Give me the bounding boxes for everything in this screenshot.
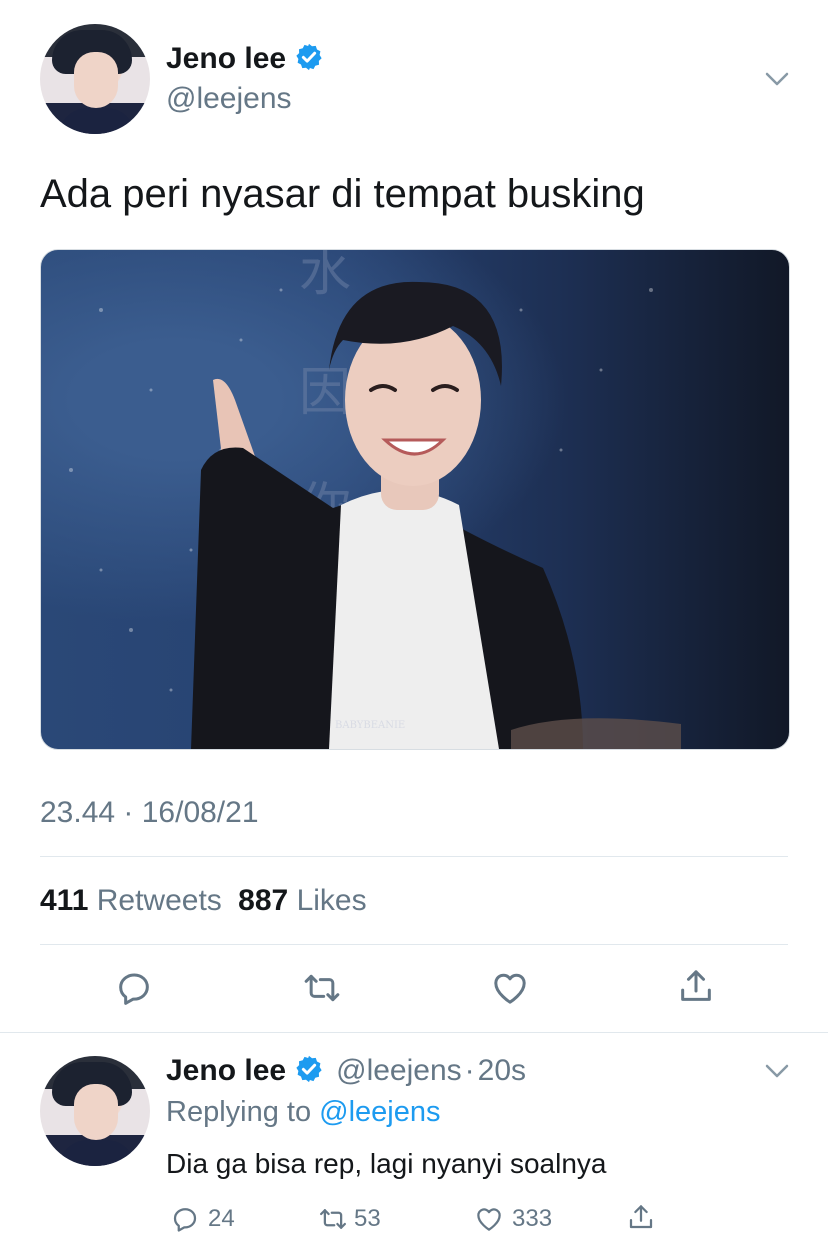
replying-to-line: Replying to @leejens	[166, 1096, 441, 1129]
reply-text: Dia ga bisa rep, lagi nyanyi soalnya	[166, 1148, 607, 1179]
reply-like-count: 333	[512, 1205, 553, 1232]
reply-like-action[interactable]: 333	[474, 1204, 552, 1234]
replying-to-handle[interactable]: @leejens	[319, 1096, 440, 1128]
author-avatar[interactable]	[40, 24, 150, 134]
reply-icon[interactable]	[114, 968, 154, 1008]
author-name-row[interactable]: Jeno lee	[166, 42, 324, 76]
avatar-face	[74, 1084, 118, 1140]
photo-illustration: 水 因 你 BABYBEANIE	[69, 250, 681, 749]
avatar-body	[58, 108, 136, 134]
retweet-icon[interactable]	[302, 968, 342, 1008]
share-icon[interactable]	[676, 966, 716, 1006]
reply-author-name[interactable]: Jeno lee	[166, 1054, 286, 1087]
avatar-body	[58, 1140, 136, 1166]
reply-icon[interactable]	[170, 1204, 200, 1234]
chevron-down-icon[interactable]	[762, 64, 792, 94]
like-icon[interactable]	[474, 1204, 504, 1234]
tweet-timestamp[interactable]: 23.44 · 16/08/21	[40, 796, 259, 830]
author-handle[interactable]: @leejens	[166, 82, 292, 116]
photo-watermark: BABYBEANIE	[335, 720, 405, 731]
verified-badge-icon	[296, 43, 322, 71]
reply-retweet-count: 53	[354, 1205, 381, 1232]
svg-text:因: 因	[299, 363, 351, 423]
verified-badge-icon	[296, 1055, 322, 1083]
reply-author-handle[interactable]: @leejens	[336, 1054, 462, 1087]
likes-count[interactable]: 887	[238, 884, 288, 917]
reply-author-avatar[interactable]	[40, 1056, 150, 1166]
tweet-text: Ada peri nyasar di tempat busking	[40, 172, 645, 216]
thread-divider	[0, 1032, 828, 1033]
share-icon[interactable]	[626, 1202, 656, 1232]
reply-retweet-action[interactable]: 53	[318, 1204, 381, 1234]
likes-label[interactable]: Likes	[297, 884, 367, 917]
chevron-down-icon[interactable]	[762, 1056, 792, 1086]
divider-top	[40, 856, 788, 857]
retweets-count[interactable]: 411	[40, 884, 88, 917]
retweets-label[interactable]: Retweets	[97, 884, 222, 917]
svg-text:水: 水	[299, 250, 351, 303]
reply-reply-action[interactable]: 24	[170, 1204, 235, 1234]
like-icon[interactable]	[490, 968, 530, 1008]
reply-header: Jeno lee @leejens · 20s	[166, 1054, 526, 1088]
retweet-icon[interactable]	[318, 1204, 348, 1234]
avatar-face	[74, 52, 118, 108]
tweet-photo[interactable]: 水 因 你 BABYBEANIE	[40, 249, 790, 750]
reply-count: 24	[208, 1205, 235, 1232]
divider-bottom	[40, 944, 788, 945]
replying-to-label: Replying to	[166, 1096, 312, 1128]
engagement-stats: 411 Retweets 887 Likes	[40, 884, 367, 918]
reply-time-separator: ·	[464, 1054, 475, 1087]
reply-time[interactable]: 20s	[478, 1054, 526, 1087]
author-name[interactable]: Jeno lee	[166, 42, 286, 75]
